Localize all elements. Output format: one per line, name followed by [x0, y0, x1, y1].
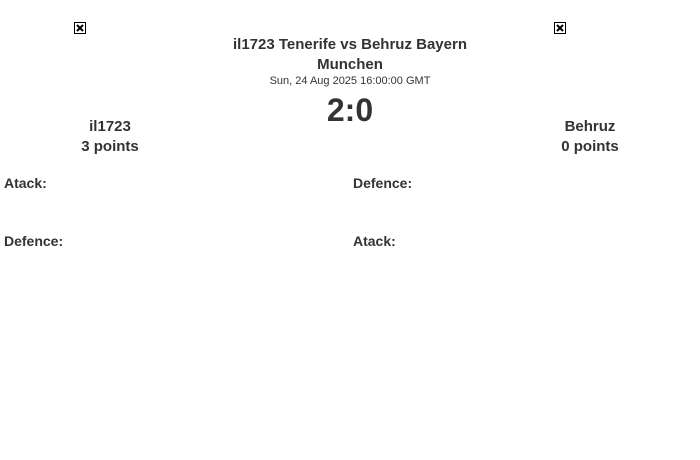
- match-page: il1723 Tenerife vs Behruz Bayern Munchen…: [0, 0, 700, 460]
- match-title: il1723 Tenerife vs Behruz Bayern Munchen: [233, 36, 467, 73]
- away-logo-broken-image-icon: [554, 22, 566, 34]
- match-date: Sun, 24 Aug 2025 16:00:00 GMT: [269, 75, 431, 87]
- home-team-points: 3 points: [81, 138, 139, 155]
- home-logo-broken-image-icon: [74, 22, 86, 34]
- match-score: 2:0: [326, 92, 374, 128]
- home-defence-label: Defence:: [4, 233, 64, 249]
- home-team-name: il1723: [89, 118, 131, 135]
- home-atack-label: Atack:: [4, 175, 47, 191]
- away-team-name: Behruz: [564, 118, 616, 135]
- away-team-points: 0 points: [561, 138, 619, 155]
- away-defence-label: Defence:: [353, 175, 413, 191]
- away-atack-label: Atack:: [353, 233, 396, 249]
